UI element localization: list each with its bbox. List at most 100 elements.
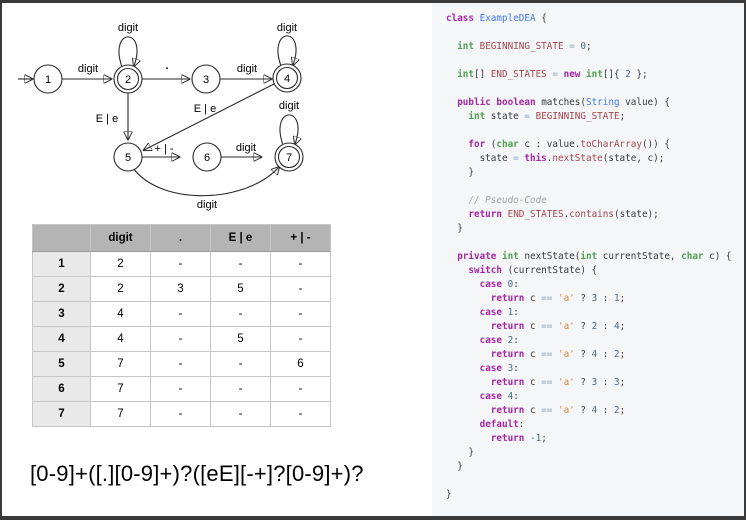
code-line: return END_STATES.contains(state); <box>446 208 738 222</box>
edge-label-loop4: digit <box>277 22 297 34</box>
transition-cell: 2 <box>91 252 151 277</box>
row-state-label: 1 <box>33 252 91 277</box>
dfa-edge-labels: digit digit digit digit . digit E | e E … <box>78 22 299 211</box>
transition-cell: 4 <box>91 327 151 352</box>
code-line: } <box>446 446 738 460</box>
code-line: case 2: <box>446 334 738 348</box>
state-label: 1 <box>45 74 51 86</box>
transition-cell: - <box>211 252 271 277</box>
table-row: 77--- <box>33 402 331 427</box>
col-header-digit: digit <box>91 225 151 252</box>
transition-cell: 2 <box>91 277 151 302</box>
edge-4-5 <box>144 84 274 150</box>
transition-cell: 7 <box>91 402 151 427</box>
transition-cell: 7 <box>91 352 151 377</box>
table-row: 12--- <box>33 252 331 277</box>
self-loop-7 <box>280 115 298 145</box>
state-node-1: 1 <box>34 65 62 93</box>
state-node-6: 6 <box>193 143 221 171</box>
edge-label-2-3: . <box>165 60 168 72</box>
code-line: int BEGINNING_STATE = 0; <box>446 40 738 54</box>
transition-cell: - <box>271 377 331 402</box>
code-line: for (char c : value.toCharArray()) { <box>446 138 738 152</box>
transition-cell: 3 <box>151 277 211 302</box>
table-row: 2235- <box>33 277 331 302</box>
dfa-state-diagram: 1 2 3 4 5 6 7 digit <box>12 9 432 221</box>
code-line: } <box>446 222 738 236</box>
transition-cell: 6 <box>271 352 331 377</box>
code-line <box>446 236 738 250</box>
code-line: class ExampleDEA { <box>446 12 738 26</box>
code-line: int state = BEGINNING_STATE; <box>446 110 738 124</box>
state-label: 5 <box>125 152 131 164</box>
row-state-label: 7 <box>33 402 91 427</box>
code-line: case 0: <box>446 278 738 292</box>
table-row: 34--- <box>33 302 331 327</box>
code-line: } <box>446 166 738 180</box>
code-line: return c == 'a' ? 2 : 4; <box>446 320 738 334</box>
self-loop-2 <box>119 37 137 67</box>
transition-cell: - <box>271 402 331 427</box>
code-line: public boolean matches(String value) { <box>446 96 738 110</box>
code-line: state = this.nextState(state, c); <box>446 152 738 166</box>
transition-cell: 4 <box>91 302 151 327</box>
code-line <box>446 26 738 40</box>
table-row: 57--6 <box>33 352 331 377</box>
transition-cell: - <box>151 377 211 402</box>
code-line: default: <box>446 418 738 432</box>
state-node-5: 5 <box>114 143 142 171</box>
edge-label-6-7: digit <box>236 142 256 154</box>
code-line: } <box>446 460 738 474</box>
code-line: // Pseudo-Code <box>446 194 738 208</box>
transition-cell: - <box>211 377 271 402</box>
edge-label-5-7: digit <box>197 199 217 211</box>
row-state-label: 2 <box>33 277 91 302</box>
transition-cell: - <box>151 327 211 352</box>
transition-cell: - <box>151 302 211 327</box>
state-label: 3 <box>203 74 209 86</box>
state-node-4: 4 <box>273 64 301 92</box>
transition-cell: - <box>151 402 211 427</box>
code-line <box>446 54 738 68</box>
state-node-3: 3 <box>192 65 220 93</box>
col-header-sign: + | - <box>271 225 331 252</box>
transition-cell: - <box>271 327 331 352</box>
edge-label-5-6: + | - <box>154 143 173 155</box>
code-line: case 3: <box>446 362 738 376</box>
code-line <box>446 124 738 138</box>
col-header-dot: . <box>151 225 211 252</box>
code-block: class ExampleDEA { int BEGINNING_STATE =… <box>446 12 738 502</box>
col-header-state <box>33 225 91 252</box>
code-line: return c == 'a' ? 4 : 2; <box>446 404 738 418</box>
transition-cell: - <box>211 302 271 327</box>
dfa-edges <box>18 36 298 196</box>
table-row: 44-5- <box>33 327 331 352</box>
state-label: 7 <box>286 152 292 164</box>
code-line: int[] END_STATES = new int[]{ 2 }; <box>446 68 738 82</box>
transition-cell: - <box>151 252 211 277</box>
code-line: case 4: <box>446 390 738 404</box>
transition-cell: - <box>271 302 331 327</box>
state-node-2: 2 <box>114 65 142 93</box>
edge-label-1-2: digit <box>78 63 98 75</box>
code-line: case 1: <box>446 306 738 320</box>
edge-label-loop7: digit <box>279 100 299 112</box>
code-line: } <box>446 488 738 502</box>
state-label: 2 <box>125 74 131 86</box>
table-row: 67--- <box>33 377 331 402</box>
code-line: return -1; <box>446 432 738 446</box>
state-label: 4 <box>284 73 290 85</box>
edge-label-loop2: digit <box>118 22 138 34</box>
transition-table: digit . E | e + | - 12---2235-34---44-5-… <box>32 224 331 427</box>
transition-cell: - <box>211 352 271 377</box>
code-line <box>446 474 738 488</box>
edge-label-4-5: E | e <box>194 103 216 115</box>
state-node-7: 7 <box>275 143 303 171</box>
code-line: return c == 'a' ? 4 : 2; <box>446 348 738 362</box>
screenshot-root: 1 2 3 4 5 6 7 digit <box>0 0 746 520</box>
transition-cell: 5 <box>211 327 271 352</box>
regex-text: [0-9]+([.][0-9]+)?([eE][-+]?[0-9]+)? <box>30 461 364 487</box>
transition-cell: - <box>151 352 211 377</box>
transition-cell: - <box>211 402 271 427</box>
transition-cell: 5 <box>211 277 271 302</box>
